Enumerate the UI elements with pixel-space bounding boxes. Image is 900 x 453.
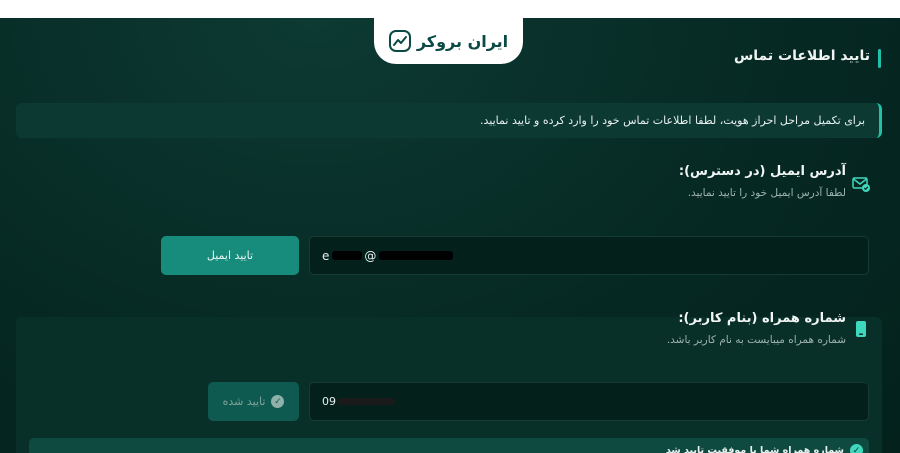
info-notice: برای تکمیل مراحل احراز هویت، لطفا اطلاعا… — [16, 103, 882, 138]
email-input[interactable]: e @ — [309, 236, 869, 275]
email-value-start: e — [322, 248, 330, 263]
email-section-subtitle: لطفا آدرس ایمیل خود را تایید نمایید. — [687, 187, 846, 199]
phone-section-subtitle: شماره همراه میبایست به نام کاربر باشد. — [666, 334, 846, 346]
phone-input[interactable]: 09 — [309, 382, 869, 421]
success-text: شماره همراه شما با موفقیت تایید شد — [665, 445, 844, 453]
title-accent-bar — [878, 49, 881, 68]
top-strip — [0, 0, 900, 18]
success-message: ✓ شماره همراه شما با موفقیت تایید شد — [29, 438, 869, 453]
verified-button: ✓ تایید شده — [208, 382, 299, 421]
email-value-at: @ — [364, 248, 377, 263]
notice-text: برای تکمیل مراحل احراز هویت، لطفا اطلاعا… — [480, 114, 865, 127]
check-icon: ✓ — [271, 395, 285, 408]
phone-value-start: 09 — [322, 395, 336, 408]
redaction-bar — [379, 251, 454, 260]
mail-check-icon — [852, 177, 870, 192]
contact-verification-panel: ایران بروکر تایید اطلاعات تماس برای تکمی… — [0, 18, 900, 453]
verified-label: تایید شده — [222, 395, 266, 408]
email-section-title: آدرس ایمیل (در دسترس): — [678, 164, 846, 179]
brand-logo[interactable]: ایران بروکر — [374, 18, 523, 64]
success-check-icon: ✓ — [850, 444, 863, 453]
mobile-phone-icon — [856, 321, 866, 337]
redaction-bar — [337, 398, 395, 405]
redaction-bar — [332, 251, 363, 260]
phone-section-title: شماره همراه (بنام کاربر): — [678, 311, 846, 326]
page-title: تایید اطلاعات تماس — [733, 48, 870, 64]
chart-trend-icon — [388, 30, 411, 52]
verify-email-button[interactable]: تایید ایمیل — [161, 236, 299, 275]
brand-name: ایران بروکر — [416, 31, 509, 51]
